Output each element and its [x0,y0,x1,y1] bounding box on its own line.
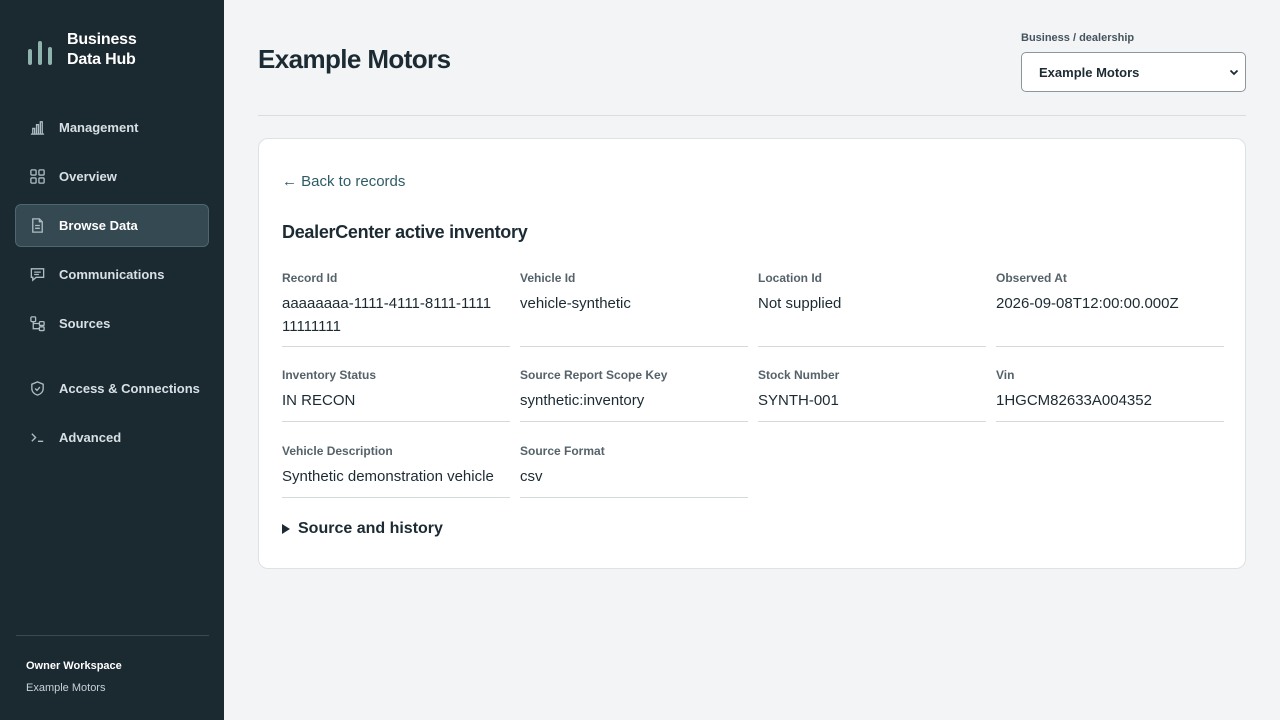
field-location-id: Location Id Not supplied [758,271,986,347]
field-record-id: Record Id aaaaaaaa-1111-4111-8111-111111… [282,271,510,347]
field-value: synthetic:inventory [520,392,645,409]
field-value: IN RECON [282,392,356,409]
sidebar-item-overview[interactable]: Overview [15,155,209,198]
chevron-down-icon [1229,69,1239,76]
business-select[interactable]: Example Motors [1021,52,1246,92]
source-history-label: Source and history [298,520,443,537]
sidebar-item-label: Communications [59,267,165,282]
field-value: 2026-09-08T12:00:00.000Z [996,295,1179,312]
field-inventory-status: Inventory Status IN RECON [282,368,510,422]
sidebar-item-browse-data[interactable]: Browse Data [15,204,209,247]
sidebar: Business Data Hub Management Overview Br… [0,0,224,720]
field-label: Inventory Status [282,368,377,382]
field-value: SYNTH-001 [758,392,839,409]
record-card: ← Back to records DealerCenter active in… [258,138,1246,569]
message-icon [28,266,46,284]
sidebar-nav: Management Overview Browse Data Communic… [15,106,209,465]
field-value: aaaaaaaa-1111-4111-8111-111111111111 [282,295,492,335]
field-value: 1HGCM82633A004352 [996,392,1152,409]
field-value: csv [520,468,543,485]
sidebar-item-communications[interactable]: Communications [15,253,209,296]
sidebar-item-label: Management [59,120,139,135]
field-label: Location Id [758,271,822,285]
bar-chart-icon [28,119,46,137]
field-label: Vehicle Id [520,271,576,285]
header-divider [258,115,1246,116]
triangle-right-icon [282,524,290,534]
field-label: Record Id [282,271,338,285]
sidebar-item-label: Browse Data [59,218,138,233]
sidebar-item-label: Overview [59,169,117,184]
field-label: Stock Number [758,368,840,382]
page-title: Example Motors [258,44,451,74]
field-label: Vehicle Description [282,444,393,458]
field-label: Vin [996,368,1015,382]
field-value: Not supplied [758,295,842,312]
field-label: Observed At [996,271,1067,285]
sidebar-item-advanced[interactable]: Advanced [15,416,209,459]
field-label: Source Format [520,444,605,458]
business-select-label: Business / dealership [1021,32,1135,44]
sidebar-item-sources[interactable]: Sources [15,302,209,345]
brand-logo-icon [26,35,54,65]
workspace-title: Owner Workspace [26,660,122,672]
field-stock-number: Stock Number SYNTH-001 [758,368,986,422]
source-history-toggle[interactable]: Source and history [282,520,443,538]
brand-name: Business Data Hub [67,31,137,68]
sidebar-item-label: Sources [59,316,111,331]
record-title: DealerCenter active inventory [282,222,528,242]
field-value: vehicle-synthetic [520,295,631,312]
field-vehicle-description: Vehicle Description Synthetic demonstrat… [282,444,510,498]
sidebar-item-management[interactable]: Management [15,106,209,149]
field-source-report-scope-key: Source Report Scope Key synthetic:invent… [520,368,748,422]
field-source-format: Source Format csv [520,444,748,498]
field-value: Synthetic demonstration vehicle [282,468,494,485]
sidebar-item-label: Access & Connections [59,381,200,396]
sidebar-item-label: Advanced [59,430,122,445]
back-to-records-link[interactable]: ← Back to records [282,173,405,190]
terminal-icon [28,429,46,447]
workspace-info: Owner Workspace Example Motors [16,635,209,694]
document-icon [28,217,46,235]
shield-icon [28,380,46,398]
grid-icon [28,168,46,186]
field-vehicle-id: Vehicle Id vehicle-synthetic [520,271,748,347]
sources-icon [28,315,46,333]
business-select-value: Example Motors [1039,64,1140,80]
brand[interactable]: Business Data Hub [26,30,137,70]
field-observed-at: Observed At 2026-09-08T12:00:00.000Z [996,271,1224,347]
field-vin: Vin 1HGCM82633A004352 [996,368,1224,422]
sidebar-item-access-connections[interactable]: Access & Connections [15,367,209,410]
field-label: Source Report Scope Key [520,368,668,382]
workspace-name: Example Motors [26,682,106,694]
